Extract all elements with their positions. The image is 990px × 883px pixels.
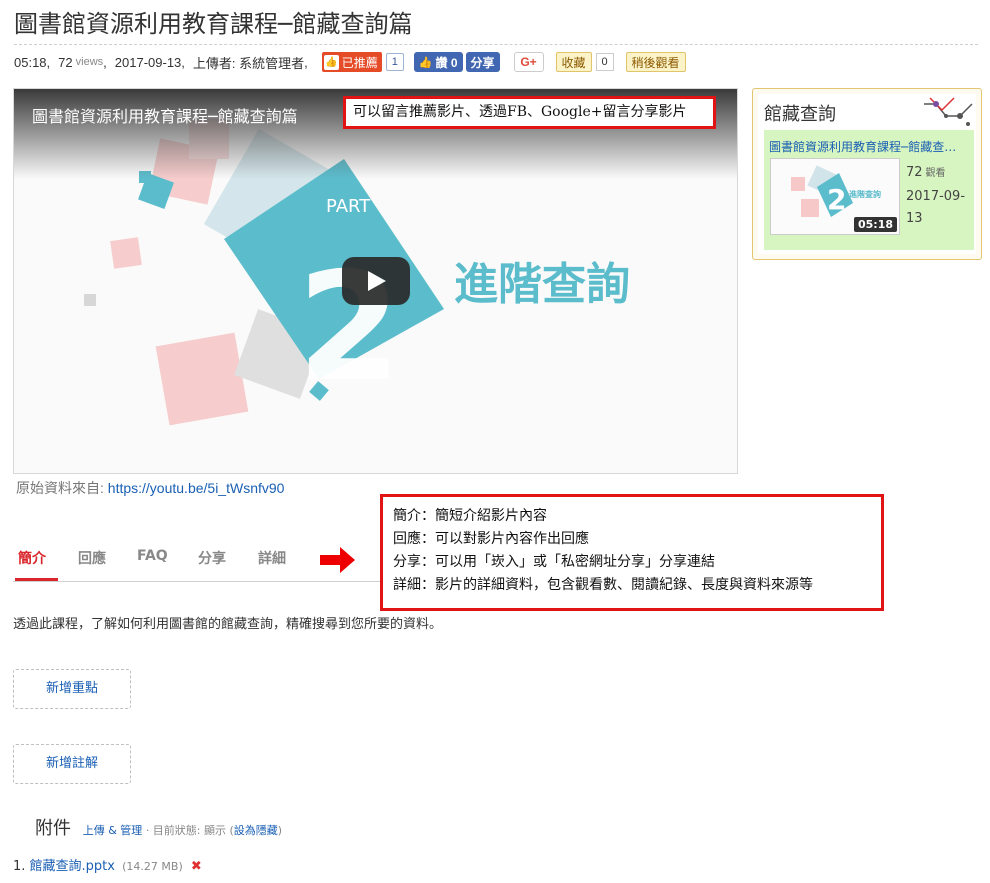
recommend-count: 1: [385, 53, 404, 71]
circuit-decoration-icon: [924, 97, 973, 126]
related-video-duration: 05:18: [853, 217, 897, 232]
callout-line-replies: 回應：可以對影片內容作出回應: [393, 531, 589, 547]
related-video-date: 2017-09-13: [906, 189, 966, 226]
related-video-title[interactable]: 圖書館資源利用教育課程─館藏查詢篇: [769, 138, 967, 155]
video-player[interactable]: PART 2 進階查詢 圖書館資源利用教育課程─館藏查詢篇: [13, 88, 738, 474]
tab-faq[interactable]: FAQ: [137, 548, 168, 564]
watch-later-button[interactable]: 稍後觀看: [625, 52, 686, 72]
tab-details[interactable]: 詳細: [258, 548, 286, 568]
thumbs-up-icon: 👍: [323, 54, 339, 70]
video-description: 透過此課程，了解如何利用圖書館的館藏查詢，精確搜尋到您所要的資料。: [13, 617, 443, 632]
art-caption: 進階查詢: [454, 259, 630, 310]
video-meta-row: 05:18, 72 views, 2017-09-13, 上傳者: 系統管理者, …: [14, 51, 686, 73]
attachment-index: 1.: [13, 859, 26, 874]
thumb-art-number: 2: [827, 183, 846, 216]
source-link[interactable]: https://youtu.be/5i_tWsnfv90: [108, 480, 285, 496]
fb-thumb-icon: 👍: [418, 56, 433, 69]
recommend-button[interactable]: 👍 已推薦: [321, 52, 382, 72]
add-highlight-button[interactable]: 新增重點: [13, 669, 131, 709]
tab-share[interactable]: 分享: [198, 548, 226, 568]
tab-intro[interactable]: 簡介: [18, 548, 46, 568]
annotation-tabs-callout: 簡介：簡短介紹影片內容 回應：可以對影片內容作出回應 分享：可以用「崁入」或「私…: [380, 494, 884, 611]
related-panel-title: 館藏查詢: [764, 104, 836, 125]
source-row: 原始資料來自: https://youtu.be/5i_tWsnfv90: [16, 478, 284, 498]
video-duration: 05:18: [14, 54, 47, 70]
view-count: 72: [58, 54, 73, 70]
uploader: 上傳者: 系統管理者: [192, 55, 305, 71]
views-unit: views: [75, 56, 104, 68]
attachment-file-link[interactable]: 館藏查詢.pptx: [30, 859, 115, 874]
google-plus-button[interactable]: G+: [513, 52, 544, 72]
collect-count: 0: [595, 53, 614, 71]
add-note-button[interactable]: 新增註解: [13, 744, 131, 784]
delete-icon[interactable]: ✖: [191, 859, 202, 874]
tab-replies[interactable]: 回應: [78, 548, 106, 568]
attachments-manage-link[interactable]: 上傳 & 管理: [83, 824, 143, 837]
attachments-title: 附件: [35, 818, 71, 839]
art-part-text: PART: [326, 196, 371, 217]
red-arrow-icon: [320, 547, 355, 573]
related-panel: 館藏查詢 圖書館資源利用教育課程─館藏查詢篇 2 進階查詢 05:18 72 觀…: [752, 88, 982, 260]
attachments-header: 附件 上傳 & 管理 · 目前狀態: 顯示 (設為隱藏): [35, 818, 283, 839]
fb-share-button[interactable]: 分享: [465, 52, 500, 72]
related-video-thumbnail[interactable]: 2 進階查詢 05:18: [770, 158, 900, 235]
thumb-art-caption: 進階查詢: [849, 189, 881, 199]
attachments-status: · 目前狀態: 顯示 (: [145, 824, 234, 837]
annotation-share-callout: 可以留言推薦影片、透過FB、Google+留言分享影片: [343, 96, 716, 129]
recommend-label: 已推薦: [341, 55, 378, 70]
attachments-hide-link[interactable]: 設為隱藏: [234, 824, 278, 837]
source-label: 原始資料來自:: [16, 480, 104, 496]
callout-line-details: 詳細：影片的詳細資料，包含觀看數、閱讀紀錄、長度與資料來源等: [393, 577, 813, 593]
related-video-views: 72 觀看: [906, 165, 946, 180]
play-button[interactable]: [342, 257, 410, 305]
player-video-title[interactable]: 圖書館資源利用教育課程─館藏查詢篇: [32, 103, 298, 127]
upload-date: 2017-09-13: [114, 54, 182, 70]
fb-like-button[interactable]: 👍 讚 0: [413, 52, 463, 72]
fb-like-label: 讚 0: [435, 55, 458, 70]
collect-button[interactable]: 收藏: [555, 52, 592, 72]
attachment-size: (14.27 MB): [122, 860, 183, 873]
page-title: 圖書館資源利用教育課程─館藏查詢篇: [14, 8, 978, 45]
related-video-card[interactable]: 圖書館資源利用教育課程─館藏查詢篇 2 進階查詢 05:18 72 觀看 2017…: [764, 130, 974, 250]
active-tab-indicator: [15, 578, 58, 581]
attachment-item: 1. 館藏查詢.pptx (14.27 MB) ✖: [13, 855, 202, 874]
callout-line-intro: 簡介：簡短介紹影片內容: [393, 508, 547, 524]
play-icon: [368, 271, 386, 291]
callout-line-share: 分享：可以用「崁入」或「私密網址分享」分享連結: [393, 554, 715, 570]
